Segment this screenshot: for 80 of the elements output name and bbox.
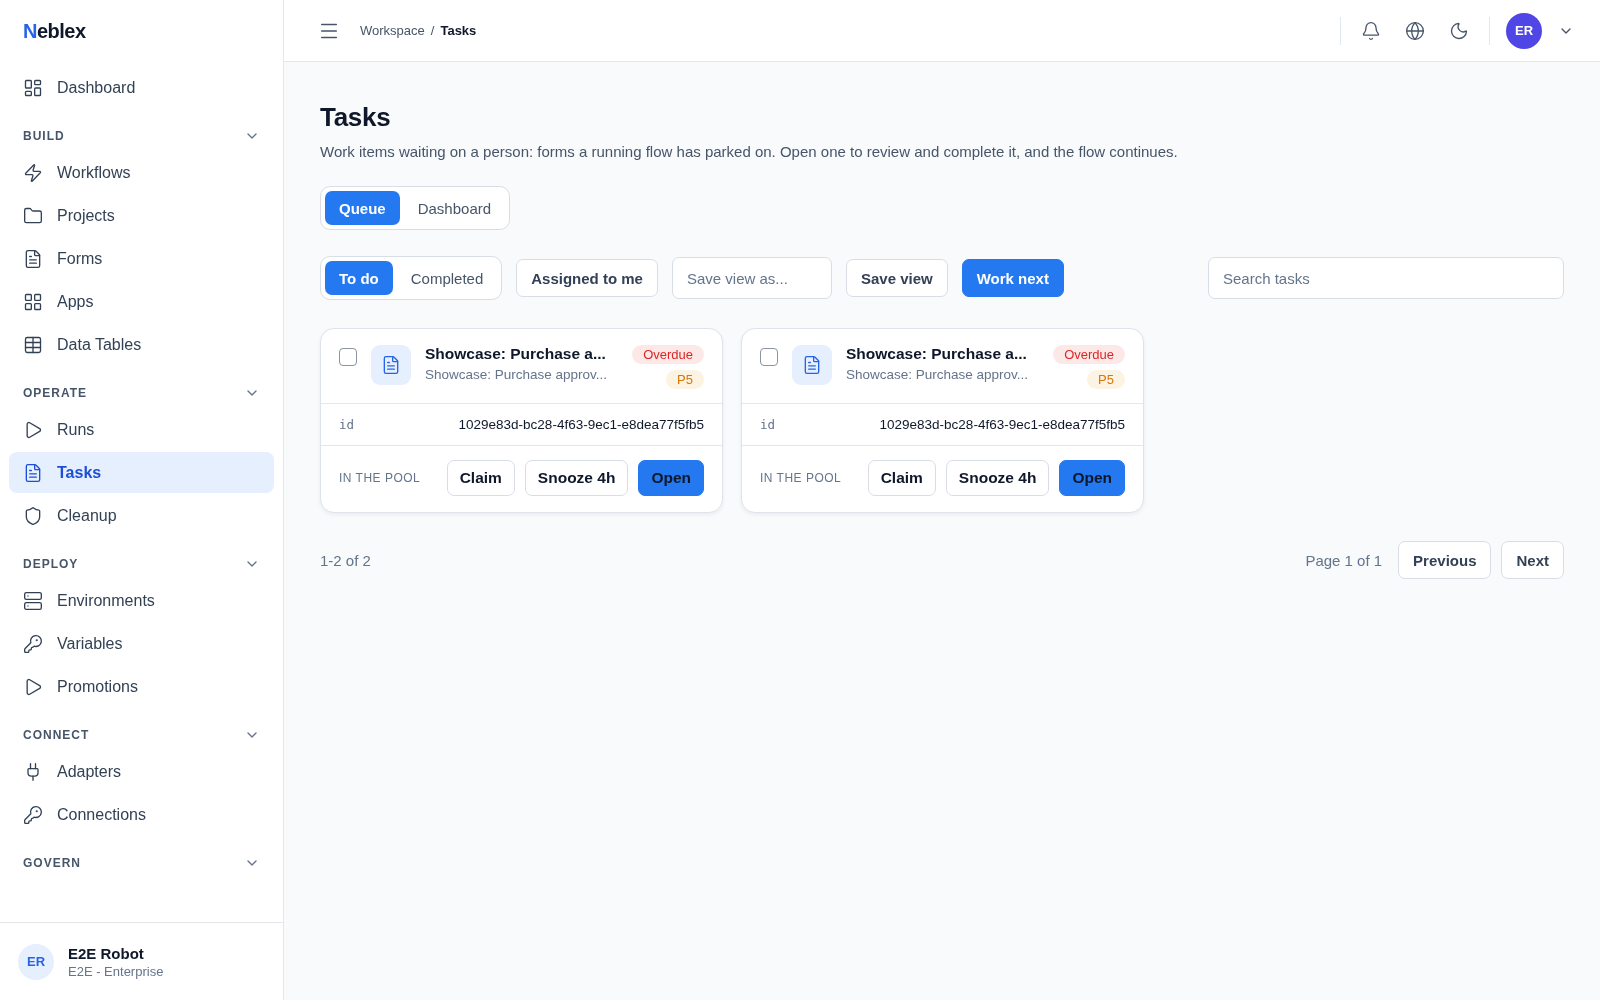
nav-item[interactable]: Dashboard — [9, 67, 274, 108]
task-title: Showcase: Purchase a... — [425, 345, 607, 363]
view-tab[interactable]: Dashboard — [403, 191, 506, 225]
assigned-filter-button[interactable]: Assigned to me — [516, 259, 658, 297]
view-tab[interactable]: Queue — [325, 191, 400, 225]
document-icon — [802, 355, 822, 375]
shield-icon — [23, 505, 43, 526]
nav-item[interactable]: Tasks — [9, 452, 274, 493]
page-title: Tasks — [320, 102, 392, 133]
field-value: 1029e83d-bc28-4f63-9ec1-e8dea77f5fb5 — [879, 417, 1125, 432]
document-icon — [23, 248, 43, 269]
checkbox[interactable] — [339, 348, 357, 366]
action-button[interactable]: Snooze 4h — [524, 460, 629, 496]
nav-item[interactable]: Data Tables — [9, 324, 274, 365]
search-field[interactable]: Search tasks — [1208, 257, 1564, 299]
action-button[interactable]: Snooze 4h — [945, 460, 1050, 496]
moon-icon[interactable] — [1449, 20, 1469, 41]
work-next-button[interactable]: Work next — [961, 259, 1064, 297]
status-badge: Overdue — [1053, 345, 1125, 364]
table-icon — [23, 334, 43, 355]
task-title: Showcase: Purchase a... — [846, 345, 1028, 363]
priority-badge: P5 — [1087, 370, 1125, 389]
save-view-button[interactable]: Save view — [845, 259, 948, 297]
nav-item[interactable]: Environments — [9, 580, 274, 621]
status-badge: Overdue — [632, 345, 704, 364]
user-name: E2E Robot — [68, 944, 145, 962]
nav-item[interactable]: Connections — [9, 794, 274, 835]
nav-item[interactable]: Cleanup — [9, 495, 274, 536]
action-button[interactable]: Claim — [867, 460, 936, 496]
checkbox[interactable] — [760, 348, 778, 366]
breadcrumb-item[interactable]: Workspace — [360, 23, 425, 38]
pool-label: IN THE POOL — [339, 471, 422, 485]
document-icon — [381, 355, 401, 375]
result-count: 1-2 of 2 — [320, 551, 371, 569]
page-indicator: Page 1 of 1 — [1305, 551, 1383, 569]
nav-item[interactable]: Projects — [9, 195, 274, 236]
nav-item[interactable]: Promotions — [9, 666, 274, 707]
nav-item[interactable]: Variables — [9, 623, 274, 664]
filter-tab[interactable]: To do — [325, 261, 393, 295]
user-avatar: ER — [18, 943, 54, 980]
field-label: id — [760, 417, 776, 432]
user-organization: E2E - Enterprise — [68, 963, 164, 979]
lightning-icon — [23, 162, 43, 183]
breadcrumb-separator: / — [430, 23, 435, 38]
grid-icon — [23, 291, 43, 312]
globe-icon[interactable] — [1405, 20, 1425, 41]
key-icon — [23, 804, 43, 825]
action-button[interactable]: Claim — [446, 460, 515, 496]
nav-item[interactable]: Apps — [9, 281, 274, 322]
section-title: BUILD — [23, 129, 65, 143]
section-title: CONNECT — [23, 728, 90, 742]
nav-item[interactable]: Workflows — [9, 152, 274, 193]
task-subtitle: Showcase: Purchase approv... — [846, 367, 1030, 382]
next-button[interactable]: Next — [1501, 541, 1564, 579]
field-value: 1029e83d-bc28-4f63-9ec1-e8dea77f5fb5 — [458, 417, 704, 432]
pool-label: IN THE POOL — [760, 471, 843, 485]
previous-button[interactable]: Previous — [1398, 541, 1492, 579]
folder-icon — [23, 205, 43, 226]
nav-item[interactable]: Adapters — [9, 751, 274, 792]
user-avatar[interactable]: ER — [1506, 12, 1542, 49]
nav-item[interactable]: Runs — [9, 409, 274, 450]
dashboard-icon — [23, 77, 43, 98]
key-icon — [23, 633, 43, 654]
section-title: DEPLOY — [23, 557, 79, 571]
server-icon — [23, 590, 43, 611]
breadcrumb-item: Tasks — [440, 23, 477, 38]
task-subtitle: Showcase: Purchase approv... — [425, 367, 609, 382]
section-title: OPERATE — [23, 386, 88, 400]
page-description: Work items waiting on a person: forms a running flow has parked on. Open one to review and complete it, and the flow continues. — [320, 143, 1179, 160]
document-icon — [23, 462, 43, 483]
field-label: id — [339, 417, 355, 432]
priority-badge: P5 — [666, 370, 704, 389]
brand-logo: Neblex — [22, 19, 87, 44]
section-title: GOVERN — [23, 856, 81, 870]
bell-icon[interactable] — [1361, 20, 1381, 41]
nav-item[interactable]: Forms — [9, 238, 274, 279]
save-view-field[interactable]: Save view as... — [671, 257, 832, 299]
action-button[interactable]: Open — [638, 460, 704, 496]
action-button[interactable]: Open — [1059, 460, 1125, 496]
filter-tab[interactable]: Completed — [396, 261, 498, 295]
